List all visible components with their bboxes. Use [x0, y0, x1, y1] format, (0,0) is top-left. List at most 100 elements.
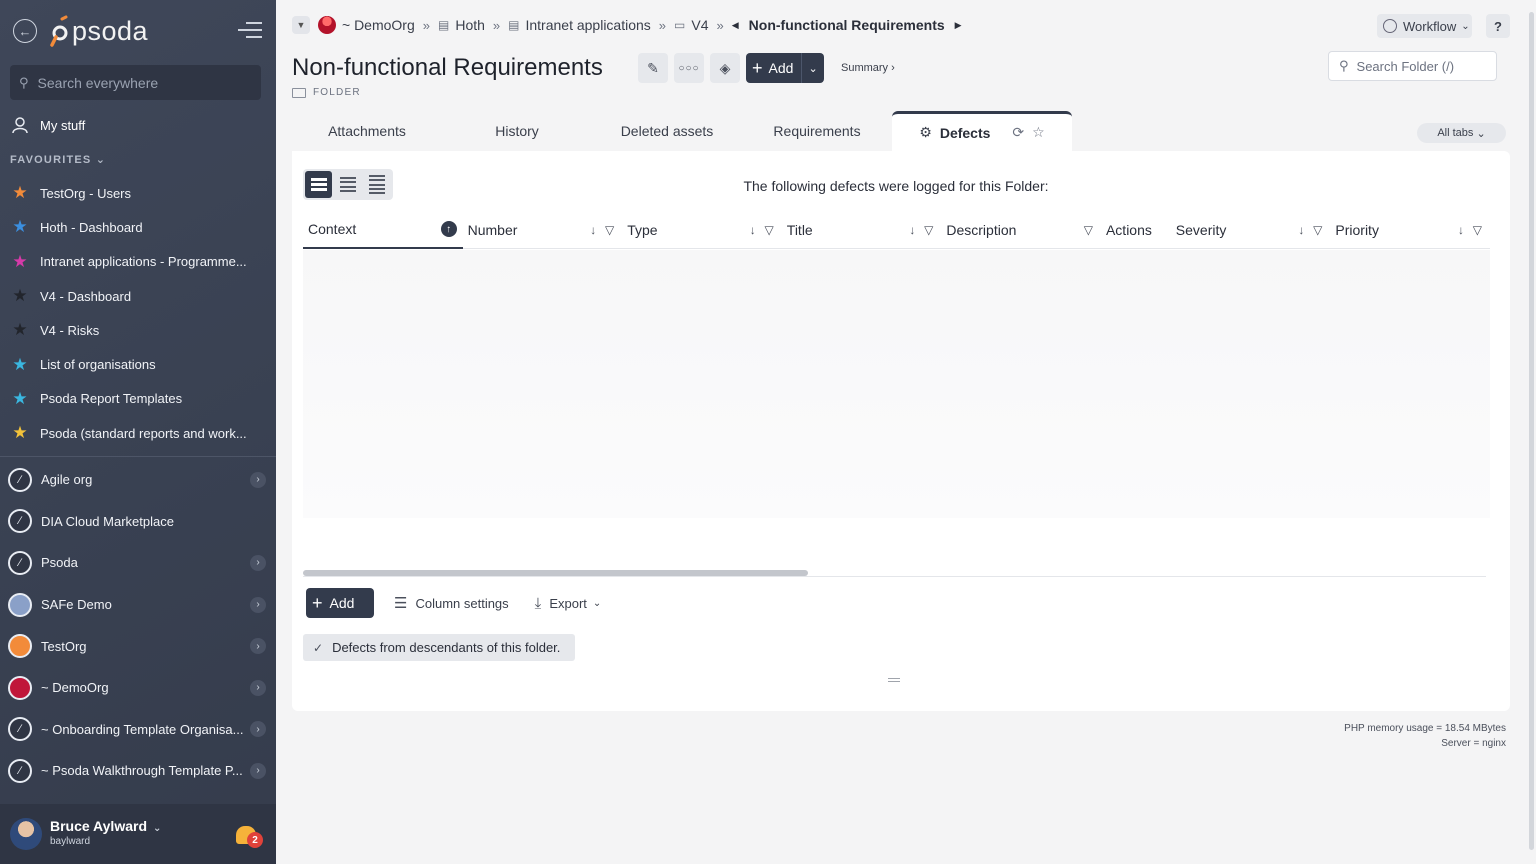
favourites-title[interactable]: FAVOURITES ⌄	[10, 153, 106, 166]
chevron-right-icon[interactable]: ›	[250, 762, 266, 779]
column-header-context[interactable]: Context ↑	[303, 211, 463, 249]
column-header-severity[interactable]: Severity ↓ ▽	[1171, 211, 1331, 249]
chevron-right-icon[interactable]: ›	[250, 679, 266, 696]
page-scrollbar[interactable]	[1529, 12, 1534, 850]
sort-arrow-icon[interactable]: ↓	[590, 223, 596, 237]
favourite-item[interactable]: ★ Hoth - Dashboard	[10, 210, 266, 244]
folder-icon	[292, 87, 306, 98]
back-arrow-icon[interactable]: ←	[13, 19, 37, 43]
column-header-type[interactable]: Type ↓ ▽	[622, 211, 782, 249]
tag-button[interactable]: ◈	[710, 53, 740, 83]
organisation-item[interactable]: SAFe Demo ›	[8, 584, 270, 626]
tab-history[interactable]: History	[442, 111, 592, 151]
summary-link[interactable]: Summary ›	[841, 62, 895, 74]
add-button[interactable]: + Add ⌄	[746, 53, 824, 83]
filter-icon[interactable]: ▽	[1473, 223, 1482, 237]
organisation-item[interactable]: ∕ ~ Onboarding Template Organisa... ›	[8, 709, 270, 751]
filter-icon[interactable]: ▽	[924, 223, 933, 237]
favourite-item[interactable]: ★ List of organisations	[10, 347, 266, 381]
chevron-right-icon[interactable]: ›	[250, 638, 266, 655]
filter-icon[interactable]: ▽	[1084, 223, 1093, 237]
next-sibling-icon[interactable]: ▶	[955, 20, 962, 31]
previous-sibling-icon[interactable]: ◀	[732, 20, 739, 31]
sort-arrow-icon[interactable]: ↓	[909, 223, 915, 237]
avatar[interactable]	[10, 818, 42, 850]
organisation-item[interactable]: ∕ ~ Psoda Walkthrough Template P... ›	[8, 750, 270, 792]
breadcrumb-item-intranet[interactable]: Intranet applications	[525, 17, 650, 33]
tab-defects[interactable]: ⚙ Defects ⟳ ☆	[892, 111, 1072, 151]
user-name[interactable]: Bruce Aylward ⌄	[50, 818, 161, 834]
tag-icon: ◈	[719, 59, 731, 76]
my-stuff-label: My stuff	[40, 117, 86, 133]
user-icon	[10, 115, 30, 135]
column-settings-button[interactable]: ☰ Column settings	[394, 594, 509, 612]
organisation-logo-icon: ∕	[8, 509, 32, 534]
chevron-right-icon[interactable]: ›	[250, 596, 266, 613]
organisation-item[interactable]: ∕ Psoda ›	[8, 542, 270, 584]
favourite-item[interactable]: ★ TestOrg - Users	[10, 176, 266, 210]
tab-defects-label: Defects	[939, 124, 991, 141]
filter-icon[interactable]: ▽	[605, 223, 614, 237]
filter-icon[interactable]: ▽	[765, 223, 774, 237]
chevron-right-icon[interactable]: ›	[250, 721, 266, 738]
organisation-item[interactable]: ~ DemoOrg ›	[8, 667, 270, 709]
defects-panel: The following defects were logged for th…	[292, 151, 1510, 711]
chevron-right-icon[interactable]: ›	[250, 471, 266, 488]
favourite-item[interactable]: ★ Psoda (standard reports and work...	[10, 416, 266, 450]
add-defect-button[interactable]: + Add	[306, 588, 374, 618]
sort-ascending-icon[interactable]: ↑	[440, 221, 457, 237]
folder-search[interactable]: ⚲	[1328, 51, 1497, 81]
organisation-item[interactable]: ∕ Agile org ›	[8, 459, 270, 501]
sort-arrow-icon[interactable]: ↓	[1458, 223, 1464, 237]
tab-deleted-assets[interactable]: Deleted assets	[592, 111, 742, 151]
organisation-label: ~ DemoOrg	[41, 680, 109, 696]
horizontal-scrollbar[interactable]	[303, 570, 808, 576]
breadcrumb-dropdown-icon[interactable]: ▼	[292, 16, 310, 34]
sort-arrow-icon[interactable]: ↓	[750, 223, 756, 237]
refresh-icon[interactable]: ⟳	[1012, 124, 1024, 141]
resize-handle-icon[interactable]	[888, 678, 900, 684]
column-header-description[interactable]: Description ▽	[941, 211, 1101, 249]
export-button[interactable]: ⤓ Export ⌄	[535, 595, 602, 612]
column-header-priority[interactable]: Priority ↓ ▽	[1330, 211, 1490, 249]
star-icon[interactable]: ☆	[1032, 124, 1045, 141]
descendants-toggle[interactable]: ✓ Defects from descendants of this folde…	[303, 634, 575, 661]
all-tabs-button[interactable]: All tabs ⌄	[1417, 123, 1506, 143]
favourite-label: Psoda (standard reports and work...	[40, 425, 247, 441]
column-header-number[interactable]: Number ↓ ▽	[463, 211, 623, 249]
global-search-input[interactable]	[37, 74, 238, 91]
my-stuff-link[interactable]: My stuff	[10, 114, 85, 136]
workflow-button[interactable]: Workflow ⌄	[1377, 14, 1472, 38]
breadcrumb-item-hoth[interactable]: Hoth	[455, 17, 485, 33]
help-button[interactable]: ?	[1486, 14, 1510, 38]
breadcrumb-separator-icon: »	[658, 17, 667, 33]
psoda-logo[interactable]: psoda	[50, 13, 148, 49]
chevron-down-icon[interactable]: ⌄	[808, 62, 817, 75]
favourite-item[interactable]: ★ Intranet applications - Programme...	[10, 245, 266, 279]
edit-button[interactable]: ✎	[638, 53, 668, 83]
favourite-item[interactable]: ★ Psoda Report Templates	[10, 382, 266, 416]
notification-badge[interactable]: 2	[247, 832, 263, 848]
breadcrumb-item-demoorg[interactable]: ~ DemoOrg	[342, 17, 415, 33]
filter-icon[interactable]: ▽	[1313, 223, 1322, 237]
more-options-button[interactable]: ○○○	[674, 53, 704, 83]
folder-search-input[interactable]	[1356, 58, 1477, 74]
sidebar-header: ← psoda	[0, 0, 276, 64]
organisation-item[interactable]: ∕ DIA Cloud Marketplace	[8, 501, 270, 543]
favourite-item[interactable]: ★ V4 - Risks	[10, 313, 266, 347]
table-header: Context ↑ Number ↓ ▽ Type ↓ ▽ Title ↓ ▽ Description…	[303, 211, 1490, 249]
sort-arrow-icon[interactable]: ↓	[1298, 223, 1304, 237]
tab-requirements[interactable]: Requirements	[742, 111, 892, 151]
tab-attachments[interactable]: Attachments	[292, 111, 442, 151]
favourite-item[interactable]: ★ V4 - Dashboard	[10, 279, 266, 313]
organisation-item[interactable]: TestOrg ›	[8, 625, 270, 667]
horizontal-scroll-track[interactable]	[303, 576, 1486, 577]
user-panel[interactable]: Bruce Aylward ⌄ baylward	[0, 804, 276, 864]
chevron-right-icon[interactable]: ›	[250, 554, 266, 571]
breadcrumb-item-v4[interactable]: V4	[691, 17, 708, 33]
column-header-title[interactable]: Title ↓ ▽	[782, 211, 942, 249]
organisation-label: Agile org	[41, 472, 93, 488]
column-header-actions[interactable]: Actions	[1101, 211, 1171, 249]
collapse-menu-icon[interactable]	[238, 22, 262, 40]
global-search[interactable]: ⚲	[10, 65, 261, 100]
